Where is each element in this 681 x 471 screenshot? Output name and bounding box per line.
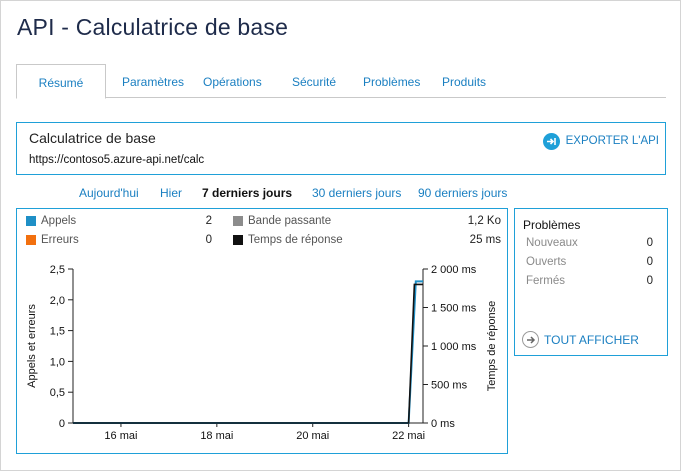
problems-open-row: Ouverts 0 [526,256,653,268]
problems-open-value: 0 [646,256,653,268]
problems-new-value: 0 [646,237,653,249]
api-url: https://contoso5.azure-api.net/calc [29,154,205,166]
range-90-days[interactable]: 90 derniers jours [418,186,507,200]
export-api-label: EXPORTER L'API [565,135,659,147]
y-tick-label: 0 [59,418,65,430]
time-range-selector: Aujourd'hui Hier 7 derniers jours 30 der… [0,186,681,204]
range-yesterday[interactable]: Hier [160,186,182,200]
arrow-right-icon [522,331,539,348]
tab-operations[interactable]: Opérations [203,64,262,98]
range-today[interactable]: Aujourd'hui [79,186,139,200]
tab-bar: Résumé Paramètres Opérations Sécurité Pr… [16,64,666,99]
series-line-calls [73,280,423,424]
range-7-days[interactable]: 7 derniers jours [202,186,292,200]
usage-chart: 0 0,5 1,0 1,5 2,0 2,5 0 ms 500 ms 1 000 ms 1 500 … [26,264,498,442]
usage-chart-panel: Appels 2 Erreurs 0 Bande passante 1,2 Ko… [16,208,508,454]
tab-resume[interactable]: Résumé [16,64,106,99]
api-info-panel: Calculatrice de base https://contoso5.az… [16,122,666,175]
x-tick-label: 22 mai [392,430,425,442]
y2-tick-label: 500 ms [431,380,468,392]
show-all-button[interactable]: TOUT AFFICHER [522,331,639,348]
y2-tick-label: 1 500 ms [431,303,477,315]
problems-title: Problèmes [523,218,581,232]
y-axis-title: Appels et erreurs [26,304,38,388]
tab-parametres[interactable]: Paramètres [122,64,184,98]
y-tick-label: 1,5 [50,326,65,338]
api-name: Calculatrice de base [29,130,156,146]
y2-axis-title: Temps de réponse [486,301,498,392]
series-line-response-time [73,283,423,424]
x-tick-label: 20 mai [296,430,329,442]
problems-closed-label: Fermés [526,275,565,287]
problems-closed-value: 0 [646,275,653,287]
y2-tick-label: 1 000 ms [431,341,477,353]
export-icon [542,132,560,150]
show-all-label: TOUT AFFICHER [544,332,639,347]
tab-produits[interactable]: Produits [442,64,486,98]
y-tick-label: 2,5 [50,264,65,276]
page-title: API - Calculatrice de base [17,14,289,40]
problems-closed-row: Fermés 0 [526,275,653,287]
y-tick-label: 0,5 [50,387,65,399]
x-tick-label: 18 mai [200,430,233,442]
tab-problemes[interactable]: Problèmes [363,64,420,98]
export-api-button[interactable]: EXPORTER L'API [542,132,659,150]
y2-tick-label: 2 000 ms [431,264,477,276]
problems-open-label: Ouverts [526,256,567,268]
problems-new-row: Nouveaux 0 [526,237,653,249]
y-tick-label: 1,0 [50,356,65,368]
problems-panel: Problèmes Nouveaux 0 Ouverts 0 Fermés 0 … [514,208,668,356]
x-tick-label: 16 mai [104,430,137,442]
y-tick-label: 2,0 [50,295,65,307]
y2-tick-label: 0 ms [431,418,455,430]
range-30-days[interactable]: 30 derniers jours [312,186,401,200]
tab-securite[interactable]: Sécurité [292,64,336,98]
problems-new-label: Nouveaux [526,237,578,249]
